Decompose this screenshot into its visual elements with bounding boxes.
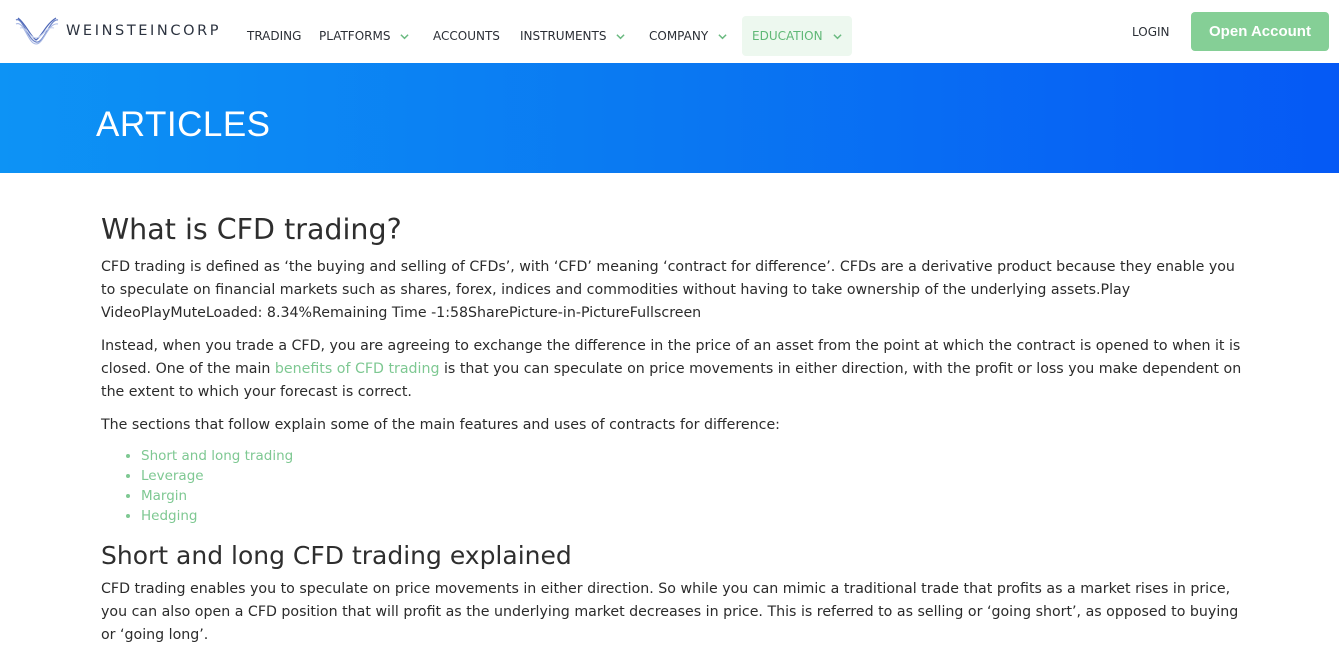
- nav-item-label: PLATFORMS: [319, 29, 391, 43]
- article-paragraph: CFD trading enables you to speculate on …: [101, 581, 1239, 643]
- nav-item-label: COMPANY: [649, 29, 709, 43]
- nav-item-instruments[interactable]: INSTRUMENTS: [520, 16, 626, 56]
- top-navbar: WEINSTEINCORP TRADING PLATFORMS ACCOUNTS…: [0, 0, 1339, 63]
- benefits-link[interactable]: benefits of CFD trading: [275, 361, 440, 377]
- section-heading: Short and long CFD trading explained: [101, 541, 572, 570]
- article-paragraph: The sections that follow explain some of…: [101, 417, 780, 433]
- nav-item-label: EDUCATION: [752, 29, 823, 43]
- list-item: Margin: [141, 486, 1246, 506]
- brand-logo-icon: [15, 17, 59, 45]
- article-content: What is CFD trading? CFD trading is defi…: [101, 212, 1246, 647]
- hero-banner: ARTICLES: [0, 63, 1339, 173]
- nav-item-education[interactable]: EDUCATION: [742, 16, 852, 56]
- toc-link-leverage[interactable]: Leverage: [141, 468, 204, 484]
- nav-item-company[interactable]: COMPANY: [649, 16, 727, 56]
- list-item: Hedging: [141, 506, 1246, 526]
- login-link[interactable]: LOGIN: [1132, 25, 1170, 39]
- toc-link-short-long[interactable]: Short and long trading: [141, 448, 293, 464]
- article-paragraph: CFD trading is defined as ‘the buying an…: [101, 259, 1235, 321]
- chevron-down-icon: [832, 33, 842, 39]
- nav-item-label: INSTRUMENTS: [520, 29, 607, 43]
- chevron-down-icon: [718, 33, 727, 39]
- nav-item-accounts[interactable]: ACCOUNTS: [433, 16, 500, 56]
- toc-link-hedging[interactable]: Hedging: [141, 508, 197, 524]
- list-item: Leverage: [141, 466, 1246, 486]
- section-links-list: Short and long trading Leverage Margin H…: [141, 446, 1246, 526]
- nav-item-label: ACCOUNTS: [433, 29, 500, 43]
- list-item: Short and long trading: [141, 446, 1246, 466]
- article-paragraph: Instead, when you trade a CFD, you are a…: [101, 335, 1246, 404]
- nav-item-platforms[interactable]: PLATFORMS: [319, 16, 410, 56]
- toc-link-margin[interactable]: Margin: [141, 488, 187, 504]
- brand-logo[interactable]: WEINSTEINCORP: [14, 14, 221, 48]
- chevron-down-icon: [616, 33, 626, 39]
- nav-item-trading[interactable]: TRADING: [247, 16, 301, 56]
- nav-item-label: TRADING: [247, 29, 302, 43]
- brand-name: WEINSTEINCORP: [66, 23, 222, 39]
- open-account-button[interactable]: Open Account: [1191, 12, 1329, 51]
- article-title: What is CFD trading?: [101, 213, 402, 246]
- page-title: ARTICLES: [96, 105, 271, 144]
- chevron-down-icon: [400, 33, 410, 39]
